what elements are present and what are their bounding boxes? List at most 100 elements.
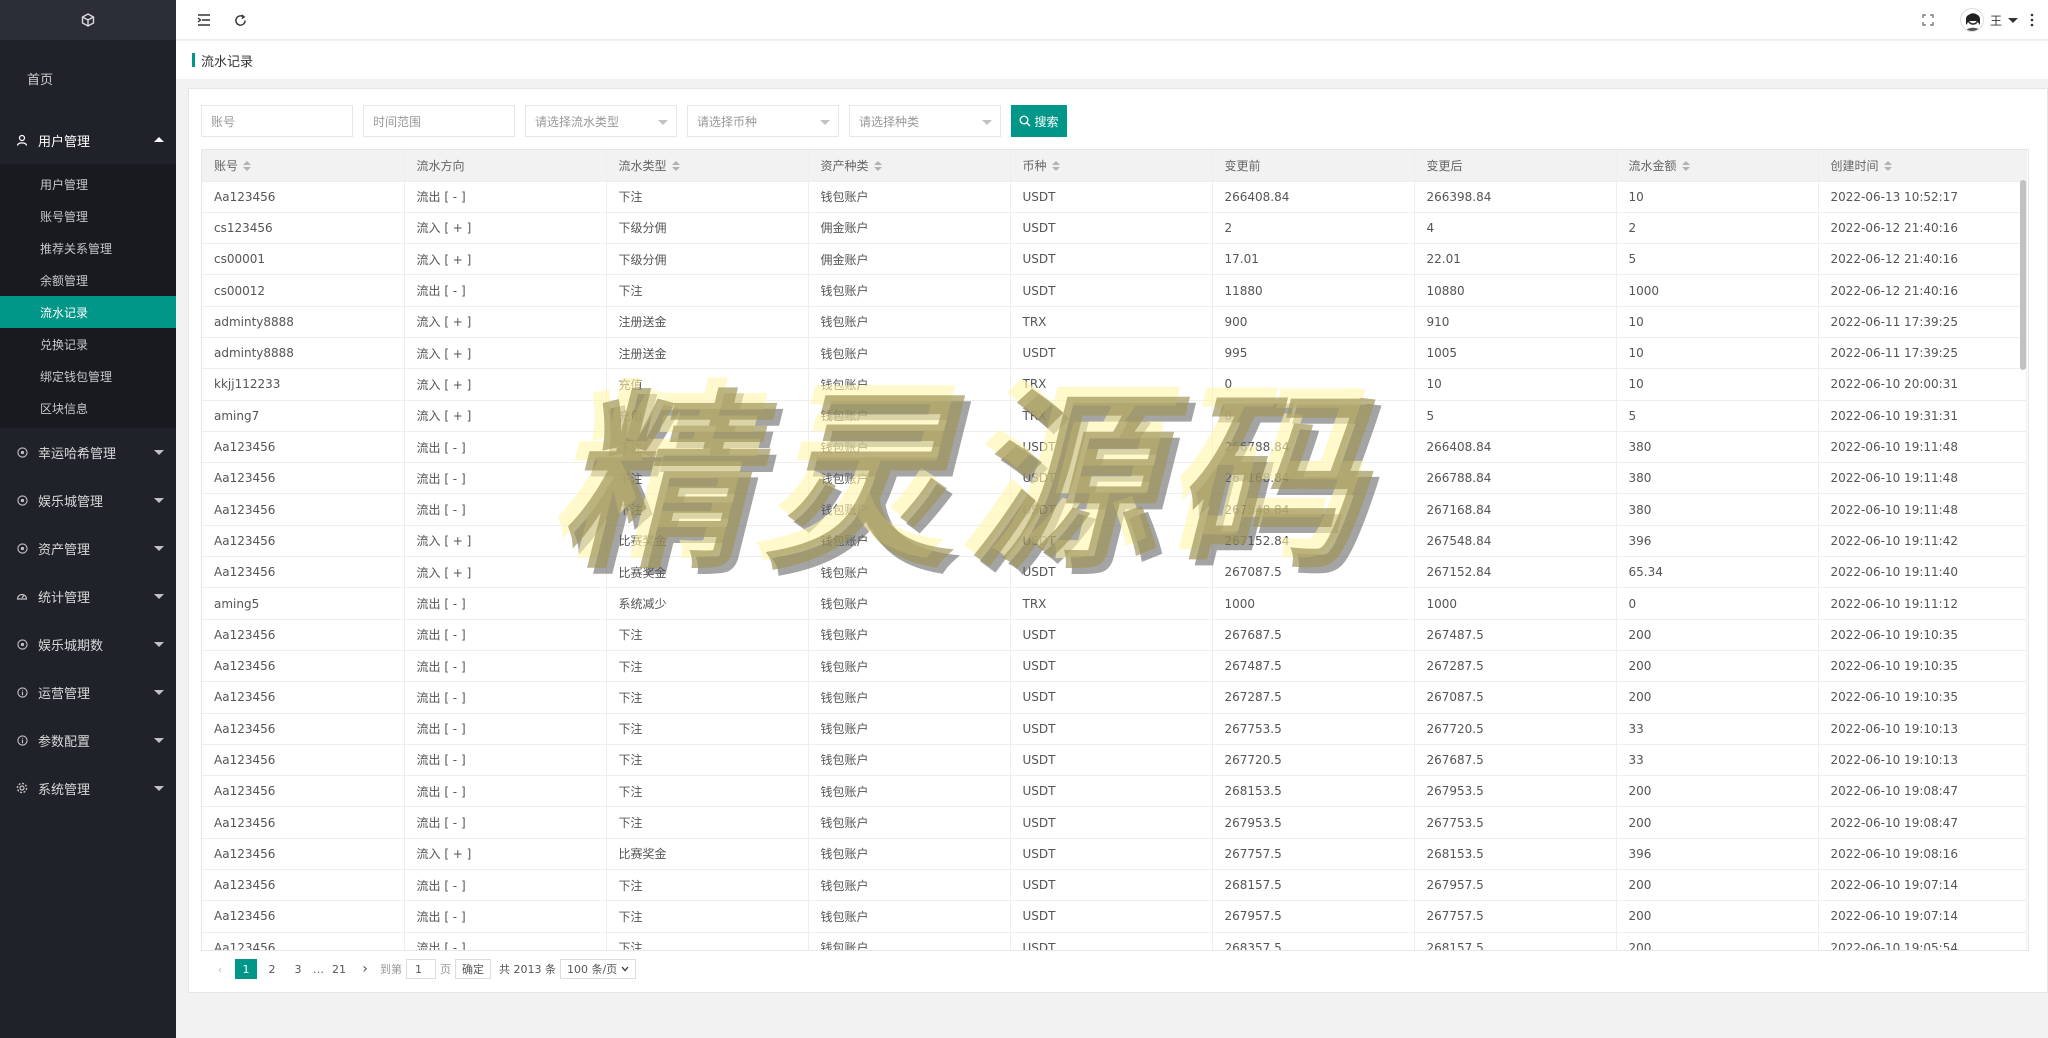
menu-group-lucky-hash[interactable]: 幸运哈希管理 — [0, 428, 176, 476]
table-row[interactable]: cs00001 流入 [ + ] 下级分佣 佣金账户 USDT 17.01 22.01 5 20… — [202, 243, 2027, 276]
sidebar-item-exchange[interactable]: 兑换记录 — [0, 328, 176, 360]
table-cell: Aa123456 — [202, 900, 405, 933]
time-range-input[interactable]: 时间范围 — [363, 105, 515, 137]
top-header: 王 — [176, 0, 2048, 40]
sort-icon[interactable] — [671, 161, 680, 172]
table-cell: 流出 [ - ] — [404, 431, 607, 464]
table-row[interactable]: Aa123456 流出 [ - ] 下注 钱包账户 USDT 267953.5 267753… — [202, 806, 2027, 839]
column-header-created-time[interactable]: 创建时间 — [1818, 150, 2027, 182]
sort-icon[interactable] — [1883, 161, 1892, 172]
search-button[interactable]: 搜索 — [1011, 105, 1067, 137]
sidebar-item-balance[interactable]: 余额管理 — [0, 264, 176, 296]
table-row[interactable]: Aa123456 流入 [ + ] 比赛奖金 钱包账户 USDT 267152.84 267… — [202, 525, 2027, 558]
menu-fold-icon[interactable] — [196, 12, 212, 28]
table-row[interactable]: Aa123456 流出 [ - ] 下注 钱包账户 USDT 268357.5 268157… — [202, 932, 2027, 950]
fullscreen-icon[interactable] — [1920, 12, 1936, 28]
user-icon — [16, 134, 28, 146]
table-cell: 流入 [ + ] — [404, 243, 607, 276]
account-input[interactable]: 账号 — [201, 105, 353, 137]
table-cell: 流出 [ - ] — [404, 713, 607, 745]
more-vertical-icon[interactable] — [2024, 12, 2040, 28]
table-row[interactable]: Aa123456 流出 [ - ] 下注 钱包账户 USDT 267753.5 267720… — [202, 713, 2027, 745]
table-row[interactable]: Aa123456 流出 [ - ] 下注 钱包账户 USDT 267548.84 26716… — [202, 493, 2027, 526]
menu-group-operations[interactable]: 运营管理 — [0, 668, 176, 716]
table-row[interactable]: adminty8888 流入 [ + ] 注册送金 钱包账户 TRX 900 910 10 20… — [202, 306, 2027, 338]
table-row[interactable]: Aa123456 流入 [ + ] 比赛奖金 钱包账户 USDT 267757.5 2681… — [202, 838, 2027, 871]
sort-icon[interactable] — [1681, 161, 1690, 172]
refresh-icon[interactable] — [232, 12, 248, 28]
settings-icon — [16, 638, 28, 650]
user-menu[interactable]: 王 — [1959, 8, 2018, 32]
table-row[interactable]: Aa123456 流出 [ - ] 下注 钱包账户 USDT 266788.84 26640… — [202, 431, 2027, 464]
table-cell: 267953.5 — [1414, 775, 1617, 808]
column-header-asset-type[interactable]: 资产种类 — [808, 150, 1011, 182]
goto-page-input[interactable]: 1 — [406, 959, 436, 979]
table-row[interactable]: Aa123456 流出 [ - ] 下注 钱包账户 USDT 267957.5 267757… — [202, 900, 2027, 933]
table-row[interactable]: aming5 流出 [ - ] 系统减少 钱包账户 TRX 1000 1000 0 2022-0… — [202, 587, 2027, 620]
menu-group-system[interactable]: 系统管理 — [0, 764, 176, 812]
table-row[interactable]: Aa123456 流出 [ - ] 下注 钱包账户 USDT 267687.5 267487… — [202, 619, 2027, 651]
sidebar-item-flow-records[interactable]: 流水记录 — [0, 296, 176, 328]
page-3-button[interactable]: 3 — [287, 959, 309, 979]
menu-group-parameters[interactable]: 参数配置 — [0, 716, 176, 764]
flow-type-select[interactable]: 请选择流水类型 — [525, 105, 677, 137]
sidebar-item-wallet-binding[interactable]: 绑定钱包管理 — [0, 360, 176, 392]
table-row[interactable]: kkjj112233 流入 [ + ] 充值 钱包账户 TRX 0 10 10 2022-06-… — [202, 368, 2027, 401]
chevron-down-icon — [154, 594, 164, 599]
page-last-button[interactable]: 21 — [328, 959, 350, 979]
table-cell: 266788.84 — [1414, 462, 1617, 495]
info-icon — [16, 686, 28, 698]
table-cell: 2022-06-12 21:40:16 — [1818, 212, 2027, 245]
page-2-button[interactable]: 2 — [261, 959, 283, 979]
table-row[interactable]: Aa123456 流出 [ - ] 下注 钱包账户 USDT 268157.5 267957… — [202, 869, 2027, 902]
table-cell: 下注 — [606, 932, 809, 950]
table-row[interactable]: Aa123456 流入 [ + ] 比赛奖金 钱包账户 USDT 267087.5 2671… — [202, 556, 2027, 589]
sidebar-item-user[interactable]: 用户管理 — [0, 168, 176, 200]
column-header-currency[interactable]: 币种 — [1010, 150, 1213, 182]
table-row[interactable]: adminty8888 流入 [ + ] 注册送金 钱包账户 USDT 995 1005 10… — [202, 337, 2027, 370]
currency-select[interactable]: 请选择币种 — [687, 105, 839, 137]
page-1-button[interactable]: 1 — [235, 959, 257, 979]
sort-icon[interactable] — [1051, 161, 1060, 172]
sidebar-item-referral[interactable]: 推荐关系管理 — [0, 232, 176, 264]
asset-type-select[interactable]: 请选择种类 — [849, 105, 1001, 137]
column-header-label: 流水类型 — [618, 158, 667, 173]
prev-page-icon[interactable]: ‹ — [209, 959, 231, 979]
table-row[interactable]: Aa123456 流出 [ - ] 下注 钱包账户 USDT 268153.5 267953… — [202, 775, 2027, 808]
table-row[interactable]: aming7 流入 [ + ] 充值 钱包账户 TRX 0 5 5 2022-06-10 19:… — [202, 400, 2027, 432]
table-cell: 17.01 — [1212, 243, 1415, 276]
sort-icon[interactable] — [243, 161, 252, 172]
table-cell: 995 — [1212, 337, 1415, 370]
table-row[interactable]: cs123456 流入 [ + ] 下级分佣 佣金账户 USDT 2 4 2 2022-06-1… — [202, 212, 2027, 245]
menu-group-statistics[interactable]: 统计管理 — [0, 572, 176, 620]
table-cell: 267487.5 — [1414, 619, 1617, 651]
menu-home[interactable]: 首页 — [0, 40, 176, 116]
table-cell: TRX — [1010, 400, 1213, 432]
pagination: ‹ 1 2 3 … 21 › 到第 1 页 确定 共 2013 条 100 条/… — [201, 955, 637, 983]
table-row[interactable]: cs00012 流出 [ - ] 下注 钱包账户 USDT 11880 10880 1000 2… — [202, 274, 2027, 307]
table-row[interactable]: Aa123456 流出 [ - ] 下注 钱包账户 USDT 266408.84 26639… — [202, 181, 2027, 213]
sort-icon[interactable] — [873, 161, 882, 172]
table-row[interactable]: Aa123456 流出 [ - ] 下注 钱包账户 USDT 267287.5 267087… — [202, 681, 2027, 714]
column-header-amount[interactable]: 流水金额 — [1616, 150, 1819, 182]
column-header-flow-type[interactable]: 流水类型 — [606, 150, 809, 182]
menu-group-assets[interactable]: 资产管理 — [0, 524, 176, 572]
sidebar-item-block-info[interactable]: 区块信息 — [0, 392, 176, 424]
logo[interactable] — [0, 0, 176, 40]
table-cell: 267168.84 — [1212, 462, 1415, 495]
page-size-select[interactable]: 100 条/页 — [560, 959, 637, 979]
menu-group-casino[interactable]: 娱乐城管理 — [0, 476, 176, 524]
cube-icon — [81, 13, 95, 27]
menu-group-user-management[interactable]: 用户管理 — [0, 116, 176, 164]
table-row[interactable]: Aa123456 流出 [ - ] 下注 钱包账户 USDT 267487.5 267287… — [202, 650, 2027, 683]
goto-suffix: 页 — [440, 963, 451, 976]
table-row[interactable]: Aa123456 流出 [ - ] 下注 钱包账户 USDT 267720.5 267687… — [202, 744, 2027, 777]
table-row[interactable]: Aa123456 流出 [ - ] 下注 钱包账户 USDT 267168.84 26678… — [202, 462, 2027, 495]
table-scrollbar[interactable] — [2020, 180, 2026, 370]
menu-group-casino-periods[interactable]: 娱乐城期数 — [0, 620, 176, 668]
table-cell: 396 — [1616, 525, 1819, 558]
column-header-account[interactable]: 账号 — [202, 150, 405, 182]
goto-confirm-button[interactable]: 确定 — [455, 959, 491, 979]
sidebar-item-account[interactable]: 账号管理 — [0, 200, 176, 232]
next-page-icon[interactable]: › — [354, 959, 376, 979]
